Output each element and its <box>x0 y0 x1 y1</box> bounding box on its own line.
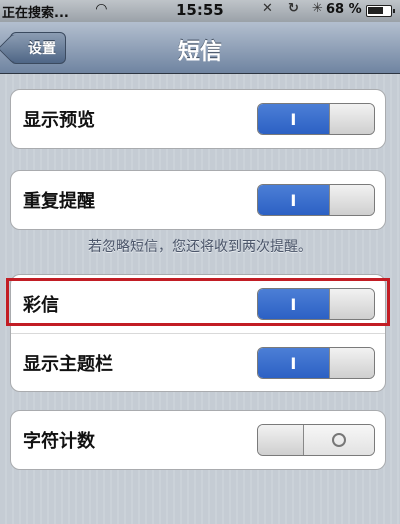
preview-toggle[interactable]: I <box>257 103 375 135</box>
wifi-icon: ◠ <box>96 1 107 17</box>
rotation-lock-icon: ↻ <box>288 1 299 16</box>
settings-row-count: 字符计数 <box>11 411 385 469</box>
settings-row-subject: 显示主题栏 I <box>11 333 385 391</box>
settings-group-count: 字符计数 <box>10 410 386 470</box>
subject-label: 显示主题栏 <box>23 353 113 375</box>
toggle-on-indicator: I <box>258 104 329 134</box>
toggle-knob <box>328 104 374 134</box>
highlight-box <box>6 278 390 326</box>
toggle-on-indicator: I <box>258 348 329 378</box>
bluetooth-icon: ✳ <box>312 1 323 16</box>
status-bar: 正在搜索... ◠ 15:55 ✕ ↻ ✳ 68 % <box>0 0 400 22</box>
toggle-on-indicator: I <box>258 185 329 215</box>
settings-row-repeat: 重复提醒 I <box>11 171 385 229</box>
settings-row-preview: 显示预览 I <box>11 90 385 148</box>
off-ring-icon <box>332 433 346 447</box>
count-label: 字符计数 <box>23 431 95 452</box>
toggle-knob <box>328 185 374 215</box>
toggle-off-indicator <box>304 425 374 455</box>
toggle-knob <box>258 425 304 455</box>
toggle-knob <box>328 348 374 378</box>
count-toggle[interactable] <box>257 424 375 456</box>
battery-percent: 68 % <box>326 2 362 17</box>
repeat-footnote: 若忽略短信，您还将收到两次提醒。 <box>88 239 312 255</box>
battery-icon <box>366 5 395 17</box>
mute-icon: ✕ <box>262 1 273 16</box>
settings-group-preview: 显示预览 I <box>10 89 386 149</box>
repeat-label: 重复提醒 <box>23 191 95 212</box>
preview-label: 显示预览 <box>23 110 95 131</box>
status-time: 15:55 <box>176 1 224 19</box>
repeat-toggle[interactable]: I <box>257 184 375 216</box>
navigation-bar: 设置 短信 <box>0 22 400 74</box>
carrier-text: 正在搜索... <box>2 6 69 21</box>
settings-group-repeat: 重复提醒 I <box>10 170 386 230</box>
page-title: 短信 <box>177 40 222 65</box>
subject-toggle[interactable]: I <box>257 347 375 379</box>
